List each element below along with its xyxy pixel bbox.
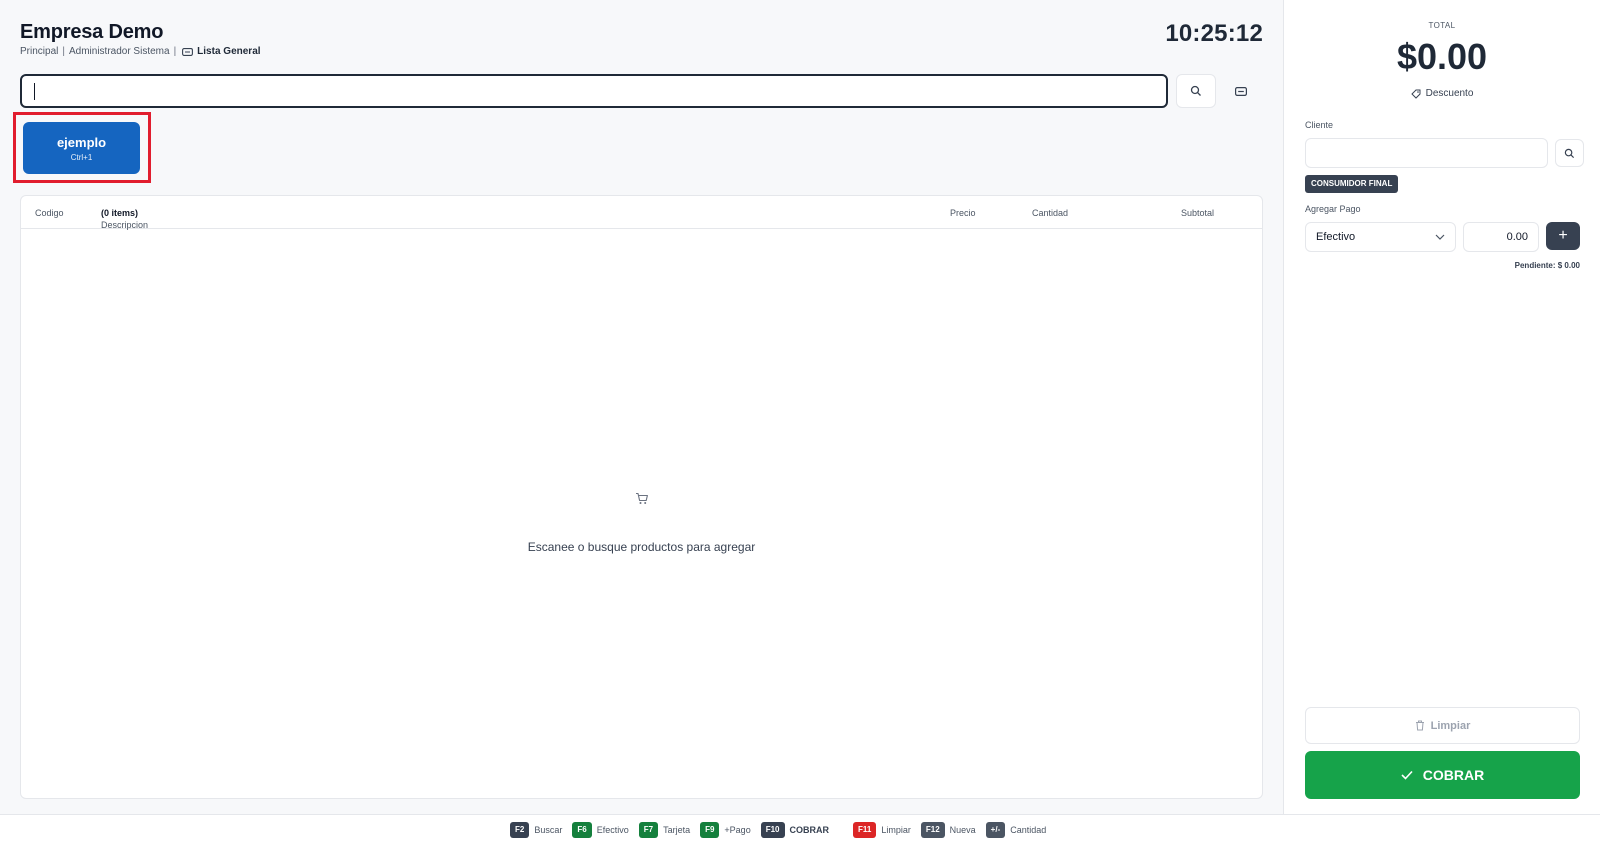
search-button[interactable] [1176,74,1216,108]
col-subtotal: Subtotal [1181,208,1215,218]
empty-state: Escanee o busque productos para agregar [21,492,1262,554]
col-description: Descripcion (0 items) [101,208,148,230]
barcode-button[interactable] [1226,78,1256,104]
shortcut-label: Tarjeta [663,825,691,835]
shortcut-list: F2 Buscar F6 Efectivo F7 Tarjeta F9 +Pag… [510,822,1056,838]
main-panel: Empresa Demo Principal | Administrador S… [0,0,1283,814]
shortcut-key: F10 [760,822,785,838]
branch-name: Principal [20,46,59,57]
shortcut-label: Limpiar [881,825,911,835]
shortcut-key: F11 [853,822,877,838]
price-list-label: Lista General [197,46,261,57]
shortcut-cobrar[interactable]: F10 COBRAR [760,822,830,838]
total-value: $0.00 [1396,36,1488,77]
shortcut-tarjeta[interactable]: F7 Tarjeta [638,822,691,838]
quick-product-label: ejemplo [56,134,107,150]
shortcut-label: COBRAR [789,825,830,835]
client-search-button[interactable] [1555,139,1584,167]
quick-product-button[interactable]: ejemplo Ctrl+1 [23,122,140,174]
trash-icon [1415,720,1424,731]
shortcut-key: F7 [638,822,659,838]
table-header: Codigo Descripcion (0 items) Precio Cant… [21,196,1262,230]
separator: | [173,46,177,57]
shortcut-label: Nueva [949,825,976,835]
company-name: Empresa Demo [20,21,164,43]
product-search-input[interactable] [22,76,1166,106]
add-payment-label: Agregar Pago [1305,204,1361,214]
shortcut-add-payment[interactable]: F9 +Pago [700,822,751,838]
text-caret [34,83,35,100]
tag-icon [1410,89,1421,99]
search-icon [1190,85,1201,96]
quick-product-shortcut: Ctrl+1 [70,152,93,162]
shortcut-label: Efectivo [596,825,629,835]
shortcut-key: F9 [700,822,720,838]
clear-label: Limpiar [1430,719,1471,732]
items-count: (0 items) [101,208,139,218]
charge-button[interactable]: COBRAR [1305,751,1580,799]
check-icon [1401,770,1413,780]
client-input[interactable] [1305,138,1548,168]
shortcut-key: F2 [510,822,530,838]
shortcut-label: Cantidad [1010,825,1047,835]
pos-app: Empresa Demo Principal | Administrador S… [0,0,1600,843]
shortcut-key: F12 [920,822,945,838]
chevron-down-icon [1435,234,1445,240]
shortcut-efectivo[interactable]: F6 Efectivo [572,822,629,838]
checkout-sidebar: TOTAL $0.00 Descuento Cliente CONSUMIDOR… [1283,0,1600,814]
payment-amount-input[interactable]: 0.00 [1463,222,1539,252]
client-badge: CONSUMIDOR FINAL [1305,175,1399,193]
clear-button[interactable]: Limpiar [1305,707,1580,744]
cart-table: Codigo Descripcion (0 items) Precio Cant… [20,195,1263,799]
shortcut-limpiar[interactable]: F11 Limpiar [853,822,911,838]
shortcut-label: Buscar [534,825,563,835]
col-price: Precio [950,208,976,218]
user-name: Administrador Sistema [68,46,170,57]
shortcut-key: F6 [572,822,592,838]
price-list[interactable]: Lista General [182,46,261,57]
payment-method-value: Efectivo [1316,231,1356,243]
col-description-label: Descripcion [101,220,149,230]
shortcut-label: +Pago [724,825,751,835]
separator: | [62,46,65,57]
clock: 10:25:12 [1165,20,1263,47]
discount-button[interactable]: Descuento [1284,88,1600,99]
session-info: Principal | Administrador Sistema | List… [20,46,261,57]
shortcut-buscar[interactable]: F2 Buscar [510,822,562,838]
pending-amount: Pendiente: $ 0.00 [1514,261,1580,270]
col-quantity: Cantidad [1032,208,1069,218]
tag-icon [182,47,194,56]
empty-message: Escanee o busque productos para agregar [527,540,756,554]
shortcut-nueva[interactable]: F12 Nueva [920,822,976,838]
search-icon [1564,148,1575,158]
product-search-box[interactable] [20,74,1168,108]
charge-label: COBRAR [1422,767,1485,783]
shortcut-key: +/- [985,822,1006,838]
shortcut-bar: F2 Buscar F6 Efectivo F7 Tarjeta F9 +Pag… [0,814,1600,843]
add-payment-button[interactable]: + [1546,222,1580,250]
client-label: Cliente [1305,120,1334,130]
cart-icon [635,492,649,510]
barcode-icon [1235,86,1247,96]
col-code: Codigo [35,208,64,218]
total-label: TOTAL [1428,21,1456,30]
quick-buttons-highlight: ejemplo Ctrl+1 [13,112,151,183]
shortcut-cantidad[interactable]: +/- Cantidad [985,822,1047,838]
payment-method-select[interactable]: Efectivo [1305,222,1456,252]
discount-label: Descuento [1425,88,1474,99]
